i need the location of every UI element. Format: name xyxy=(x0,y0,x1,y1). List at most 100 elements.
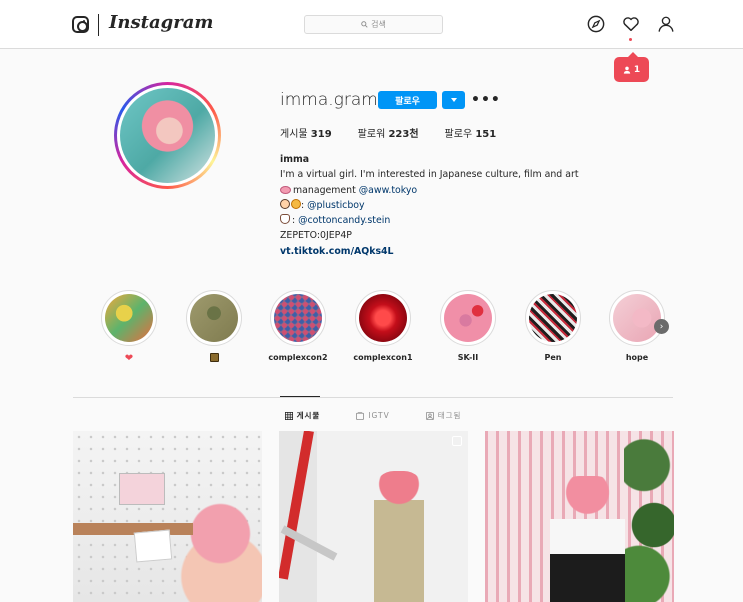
bio-line: I'm a virtual girl. I'm interested in Ja… xyxy=(280,169,579,181)
instagram-wordmark[interactable]: Instagram xyxy=(109,12,213,33)
logo-separator xyxy=(98,14,99,36)
followers-label: 팔로워 xyxy=(357,129,386,140)
notification-count: 1 xyxy=(633,64,641,75)
tabs-divider xyxy=(73,397,673,398)
bio-mention-plusticboy[interactable]: @plusticboy xyxy=(307,200,364,211)
highlight-ring xyxy=(186,290,242,346)
highlight-label: complexcon2 xyxy=(268,353,328,362)
camera-emoji-icon xyxy=(291,198,301,209)
chevron-right-icon: › xyxy=(659,321,664,332)
tab-posts-label: 게시물 xyxy=(296,411,321,420)
highlight-ring xyxy=(101,290,157,346)
following-value: 151 xyxy=(475,129,497,140)
highlight-item[interactable]: SK-II xyxy=(433,290,503,365)
post-image-detail xyxy=(279,431,314,580)
highlight-ring xyxy=(355,290,411,346)
heart-activity-icon[interactable] xyxy=(622,15,640,33)
profile-username: imma.gram xyxy=(280,90,378,110)
highlight-cover xyxy=(274,294,322,342)
tagged-icon xyxy=(425,411,434,420)
bio-name: imma xyxy=(280,154,310,165)
highlight-cover xyxy=(613,294,661,342)
profile-person-icon[interactable] xyxy=(657,15,675,33)
post-thumbnail[interactable] xyxy=(279,431,468,602)
face-emoji-icon xyxy=(280,198,290,209)
heart-icon: ❤ xyxy=(124,353,134,364)
post-image-detail xyxy=(374,471,424,602)
highlight-cover xyxy=(105,294,153,342)
search-placeholder: 검색 xyxy=(371,20,386,29)
highlight-ring xyxy=(525,290,581,346)
suggested-accounts-dropdown-button[interactable] xyxy=(442,91,465,109)
highlight-cover xyxy=(190,294,238,342)
highlights-next-button[interactable]: › xyxy=(654,319,669,334)
search-input[interactable]: 검색 xyxy=(304,15,443,34)
chevron-down-icon xyxy=(450,98,457,102)
bio-management-label: management xyxy=(293,184,359,196)
post-image-detail xyxy=(133,529,173,563)
followers-value: 223천 xyxy=(388,129,419,140)
bio-mention-aww-tokyo[interactable]: @aww.tokyo xyxy=(359,185,417,196)
following-label: 팔로우 xyxy=(444,129,473,140)
tab-tagged[interactable]: 태그됨 xyxy=(425,410,462,421)
avatar-image xyxy=(120,88,215,183)
post-image-detail xyxy=(550,476,625,602)
highlight-ring xyxy=(609,290,665,346)
bio-mention-cottoncandy[interactable]: @cottoncandy.stein xyxy=(298,215,390,226)
activity-dot xyxy=(629,38,632,41)
highlight-label: SK-II xyxy=(457,353,479,362)
highlight-item[interactable] xyxy=(179,290,249,365)
posts-value: 319 xyxy=(310,129,332,140)
follow-notification-badge[interactable]: 1 xyxy=(614,52,649,82)
bio-plusticboy-line: : @plusticboy xyxy=(280,198,579,213)
highlight-label: ❤ xyxy=(94,353,164,365)
highlight-item[interactable]: complexcon1 xyxy=(348,290,418,365)
profile-tabs: 게시물 IGTV 태그됨 xyxy=(73,410,673,421)
highlight-label: complexcon1 xyxy=(353,353,413,362)
bio-cottoncandy-line: : @cottoncandy.stein xyxy=(280,213,579,228)
highlight-item[interactable]: Pen xyxy=(518,290,588,365)
bio-management-line: management @aww.tokyo xyxy=(280,183,579,198)
tab-igtv-label: IGTV xyxy=(368,411,390,420)
post-image-detail xyxy=(119,473,165,505)
active-tab-indicator xyxy=(280,396,320,397)
posts-label: 게시물 xyxy=(280,129,308,140)
highlight-cover xyxy=(529,294,577,342)
highlight-label xyxy=(179,353,249,365)
person-icon xyxy=(623,66,631,74)
highlight-item[interactable]: ❤ xyxy=(94,290,164,365)
profile-bio: imma I'm a virtual girl. I'm interested … xyxy=(280,152,579,259)
tab-igtv[interactable]: IGTV xyxy=(356,410,389,421)
highlight-cover xyxy=(444,294,492,342)
followers-count[interactable]: 팔로워 223천 xyxy=(358,125,419,140)
bio-website-link[interactable]: vt.tiktok.com/AQks4L xyxy=(280,244,579,259)
highlight-label: Pen xyxy=(544,353,562,362)
post-thumbnail[interactable] xyxy=(485,431,674,602)
tab-tagged-label: 태그됨 xyxy=(437,411,462,420)
highlight-ring xyxy=(440,290,496,346)
multi-photo-icon xyxy=(452,436,462,446)
bio-zepeto-line: ZEPETO:0JEP4P xyxy=(280,230,352,242)
tab-posts[interactable]: 게시물 xyxy=(284,410,321,421)
following-count[interactable]: 팔로우 151 xyxy=(445,125,497,140)
notebook-icon xyxy=(209,353,219,362)
person-emoji-icon xyxy=(280,214,290,225)
more-options-button[interactable]: ••• xyxy=(471,92,501,108)
igtv-icon xyxy=(356,411,365,420)
instagram-camera-icon[interactable] xyxy=(72,16,89,33)
search-icon xyxy=(361,21,368,28)
highlight-ring xyxy=(270,290,326,346)
highlight-label: hope xyxy=(625,353,649,362)
post-thumbnail[interactable] xyxy=(73,431,262,602)
profile-stats: 게시물 319 팔로워 223천 팔로우 151 xyxy=(280,125,496,140)
highlight-item[interactable]: complexcon2 xyxy=(263,290,333,365)
follow-button[interactable]: 팔로우 xyxy=(378,91,437,109)
post-image-detail xyxy=(624,431,674,602)
explore-compass-icon[interactable] xyxy=(587,15,605,33)
brain-emoji-icon xyxy=(280,185,291,194)
posts-count: 게시물 319 xyxy=(280,125,332,140)
grid-icon xyxy=(284,411,293,420)
highlight-cover xyxy=(359,294,407,342)
profile-avatar[interactable] xyxy=(114,82,221,189)
avatar-border xyxy=(117,85,218,186)
